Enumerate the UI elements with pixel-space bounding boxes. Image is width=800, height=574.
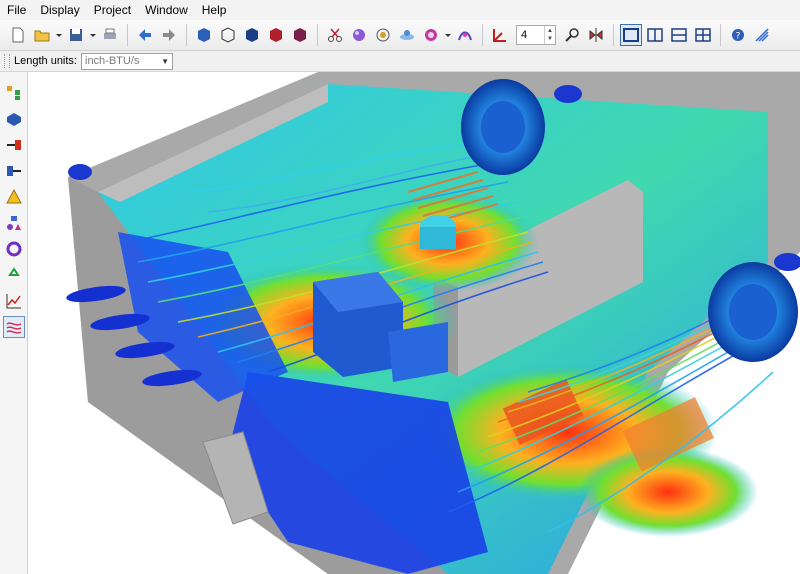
shapes-icon[interactable]	[3, 212, 25, 234]
menu-project[interactable]: Project	[87, 0, 138, 20]
flow-inlet-icon[interactable]	[3, 134, 25, 156]
axis-icon[interactable]	[489, 24, 511, 46]
menu-file[interactable]: File	[0, 0, 33, 20]
logo-icon	[751, 24, 773, 46]
contour-icon[interactable]	[454, 24, 476, 46]
solid-cube-icon[interactable]	[193, 24, 215, 46]
corner-peg	[68, 164, 92, 180]
print-icon[interactable]	[99, 24, 121, 46]
toolbar-separator	[720, 24, 721, 46]
toolbar-grip[interactable]	[4, 54, 10, 68]
help-icon[interactable]: ?	[727, 24, 749, 46]
rotate-icon[interactable]	[3, 238, 25, 260]
target-sphere-icon[interactable]	[372, 24, 394, 46]
length-units-value: inch-BTU/s	[85, 55, 140, 67]
menu-display[interactable]: Display	[33, 0, 86, 20]
solid-block-icon[interactable]	[3, 108, 25, 130]
length-units-select[interactable]: inch-BTU/s ▼	[81, 52, 173, 70]
forward-arrow-icon[interactable]	[158, 24, 180, 46]
plane-icon[interactable]	[396, 24, 418, 46]
color-map-icon[interactable]	[420, 24, 442, 46]
toolbar-separator	[127, 24, 128, 46]
zoom-spinner[interactable]: 4 ▲ ▼	[516, 25, 556, 45]
flow-simulation-render	[66, 72, 800, 574]
single-view-icon[interactable]	[620, 24, 642, 46]
dropdown-arrow-icon[interactable]	[89, 24, 97, 46]
save-icon[interactable]	[65, 24, 87, 46]
toolbar-separator	[186, 24, 187, 46]
mirror-icon[interactable]	[585, 24, 607, 46]
warning-icon[interactable]	[3, 186, 25, 208]
scissors-icon[interactable]	[324, 24, 346, 46]
dual-horizontal-view-icon[interactable]	[668, 24, 690, 46]
back-arrow-icon[interactable]	[134, 24, 156, 46]
toolbar-separator	[317, 24, 318, 46]
recycle-icon[interactable]	[3, 264, 25, 286]
shaded-cube-icon[interactable]	[241, 24, 263, 46]
corner-peg	[554, 85, 582, 103]
gradient-sphere-icon[interactable]	[348, 24, 370, 46]
hidden-line-cube-icon[interactable]	[265, 24, 287, 46]
probe-icon[interactable]	[561, 24, 583, 46]
fan-lower-hub	[729, 284, 777, 340]
menu-help[interactable]: Help	[195, 0, 234, 20]
toolbar-separator	[482, 24, 483, 46]
length-units-label: Length units:	[14, 55, 77, 67]
fan-upper-hub	[481, 101, 525, 153]
spinner-value: 4	[521, 29, 528, 41]
heat-spot	[578, 447, 758, 537]
dropdown-arrow-icon[interactable]	[55, 24, 63, 46]
graph-icon[interactable]	[3, 290, 25, 312]
svg-text:?: ?	[736, 32, 741, 42]
left-sidebar	[0, 72, 28, 574]
chevron-down-icon: ▼	[161, 56, 169, 66]
open-folder-icon[interactable]	[31, 24, 53, 46]
flow-outlet-icon[interactable]	[3, 160, 25, 182]
3d-viewport[interactable]	[28, 72, 800, 574]
dual-vertical-view-icon[interactable]	[644, 24, 666, 46]
new-file-icon[interactable]	[7, 24, 29, 46]
units-toolbar: Length units: inch-BTU/s ▼	[0, 51, 800, 72]
component-cylinder-body	[420, 227, 456, 249]
quad-view-icon[interactable]	[692, 24, 714, 46]
dropdown-arrow-icon[interactable]	[444, 24, 452, 46]
component-block	[388, 322, 448, 382]
tree-icon[interactable]	[3, 82, 25, 104]
menu-window[interactable]: Window	[138, 0, 195, 20]
color-cube-icon[interactable]	[289, 24, 311, 46]
wireframe-cube-icon[interactable]	[217, 24, 239, 46]
streamline-icon[interactable]	[2, 316, 25, 338]
toolbar-separator	[613, 24, 614, 46]
main-toolbar: 4 ▲ ▼ ?	[0, 20, 800, 51]
menu-bar: File Display Project Window Help	[0, 0, 800, 20]
spinner-arrows-icon[interactable]: ▲ ▼	[544, 26, 555, 44]
